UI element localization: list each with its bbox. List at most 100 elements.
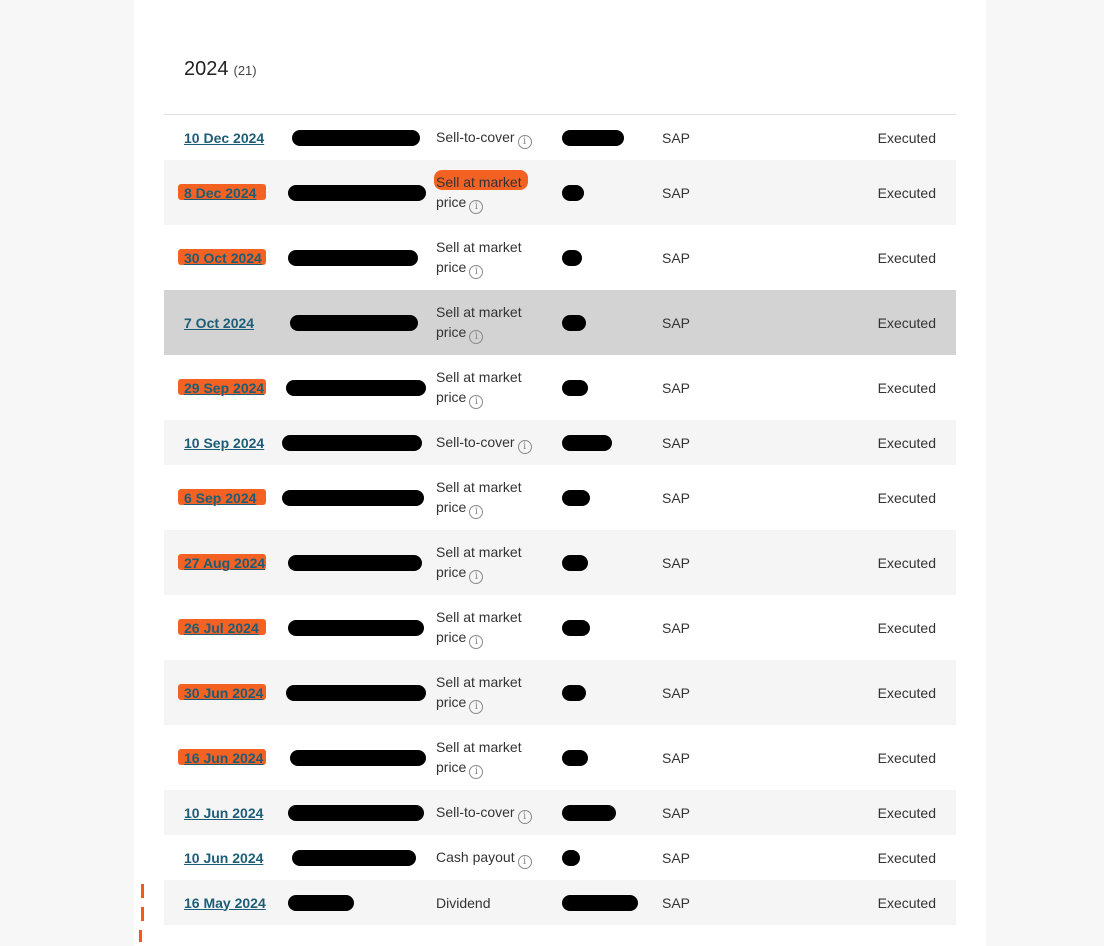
table-row[interactable]: 10 Dec 2024 Sell-to-cover i SAP Executed — [164, 115, 956, 160]
company-cell: SAP — [662, 489, 691, 506]
transaction-type-label-cont: price — [436, 498, 467, 515]
transaction-type: Sell at market price i — [436, 672, 556, 714]
transaction-date-link[interactable]: 26 Jul 2024 — [184, 620, 259, 636]
table-row[interactable]: 8 Dec 2024 Sell at market price i SAP Execute… — [164, 160, 956, 225]
transaction-type-label-cont: price — [436, 323, 467, 340]
date-cell: 30 Oct 2024 — [184, 250, 262, 266]
transaction-date-link[interactable]: 8 Dec 2024 — [184, 185, 256, 201]
status-cell: Executed — [877, 894, 936, 911]
transaction-type: Sell-to-cover i — [436, 432, 556, 454]
info-icon[interactable]: i — [517, 809, 532, 824]
date-cell: 7 Oct 2024 — [184, 315, 254, 331]
transaction-type-label-cont: price — [436, 563, 467, 580]
transaction-type-label: Sell at market — [436, 368, 522, 385]
table-row[interactable]: Sell at market — [164, 925, 956, 946]
status-cell: Executed — [877, 749, 936, 766]
info-icon[interactable]: i — [517, 439, 532, 454]
company-cell: SAP — [662, 894, 691, 911]
redacted-reference — [292, 849, 416, 866]
table-row[interactable]: 29 Sep 2024 Sell at market price i SAP Execut… — [164, 355, 956, 420]
transaction-type: Sell at market price i — [436, 237, 556, 279]
table-row[interactable]: 10 Sep 2024 Sell-to-cover i SAP Executed — [164, 420, 956, 465]
info-icon[interactable]: i — [517, 134, 532, 149]
table-row[interactable]: 6 Sep 2024 Sell at market price i SAP Execute… — [164, 465, 956, 530]
redacted-quantity — [562, 184, 584, 201]
info-icon[interactable]: i — [517, 854, 532, 869]
status-cell: Executed — [877, 314, 936, 331]
transaction-date-link[interactable]: 29 Sep 2024 — [184, 380, 264, 396]
table-row[interactable]: 10 Jun 2024 Cash payout i SAP Executed — [164, 835, 956, 880]
transaction-type-label-cont: price — [436, 628, 467, 645]
transaction-type: Sell at market price i — [436, 367, 556, 409]
date-cell: 10 Dec 2024 — [184, 130, 264, 146]
redacted-reference — [282, 434, 422, 451]
table-row[interactable]: 27 Aug 2024 Sell at market price i SAP Execut… — [164, 530, 956, 595]
status-cell: Executed — [877, 379, 936, 396]
transaction-type-label: Sell-to-cover — [436, 803, 515, 820]
info-icon[interactable]: i — [469, 699, 484, 714]
info-icon[interactable]: i — [469, 394, 484, 409]
transaction-type-label: Cash payout — [436, 848, 515, 865]
table-row[interactable]: 7 Oct 2024 Sell at market price i SAP Execute… — [164, 290, 956, 355]
company-cell: SAP — [662, 849, 691, 866]
company-cell: SAP — [662, 249, 691, 266]
info-icon[interactable]: i — [469, 199, 484, 214]
transaction-type-label: Sell at market — [436, 738, 522, 755]
date-cell: 10 Jun 2024 — [184, 805, 263, 821]
status-cell: Executed — [877, 129, 936, 146]
transaction-date-link[interactable]: 30 Oct 2024 — [184, 250, 262, 266]
info-icon[interactable]: i — [469, 764, 484, 779]
info-icon[interactable]: i — [469, 264, 484, 279]
redacted-quantity — [562, 894, 638, 911]
transaction-type: Cash payout i — [436, 847, 556, 869]
date-cell: 10 Jun 2024 — [184, 850, 263, 866]
company-cell: SAP — [662, 619, 691, 636]
company-cell: SAP — [662, 184, 691, 201]
transaction-type-label: Sell-to-cover — [436, 128, 515, 145]
transaction-date-link[interactable]: 10 Jun 2024 — [184, 805, 263, 821]
table-row[interactable]: 16 Jun 2024 Sell at market price i SAP Execut… — [164, 725, 956, 790]
redacted-quantity — [562, 554, 588, 571]
transaction-date-link[interactable]: 30 Jun 2024 — [184, 685, 263, 701]
transaction-type-label: Sell at market — [436, 673, 522, 690]
transaction-date-link[interactable]: 16 Jun 2024 — [184, 750, 263, 766]
info-icon[interactable]: i — [469, 634, 484, 649]
status-cell: Executed — [877, 804, 936, 821]
date-cell: 30 Jun 2024 — [184, 685, 263, 701]
transaction-date-link[interactable]: 10 Sep 2024 — [184, 435, 264, 451]
table-row[interactable]: 10 Jun 2024 Sell-to-cover i SAP Executed — [164, 790, 956, 835]
company-cell: SAP — [662, 314, 691, 331]
table-row[interactable]: 16 May 2024 Dividend SAP Executed — [164, 880, 956, 925]
transaction-type-label: Sell at market — [436, 303, 522, 320]
table-row[interactable]: 26 Jul 2024 Sell at market price i SAP Execut… — [164, 595, 956, 660]
table-row[interactable]: 30 Jun 2024 Sell at market price i SAP Execut… — [164, 660, 956, 725]
transaction-type: Sell at market price i — [436, 172, 556, 214]
transaction-date-link[interactable]: 27 Aug 2024 — [184, 555, 265, 571]
redacted-reference — [282, 489, 424, 506]
transaction-type-label: Sell at market — [436, 173, 522, 190]
transaction-date-link[interactable]: 6 Sep 2024 — [184, 490, 256, 506]
transaction-type-label-cont: price — [436, 758, 467, 775]
redacted-reference — [286, 379, 426, 396]
transaction-type: Sell at market price i — [436, 737, 556, 779]
redacted-reference — [288, 184, 426, 201]
status-cell: Executed — [877, 184, 936, 201]
transaction-type: Dividend — [436, 893, 556, 913]
transaction-type-label: Dividend — [436, 894, 491, 911]
redacted-quantity — [562, 619, 590, 636]
transaction-type-label: Sell at market — [436, 478, 522, 495]
company-cell: SAP — [662, 434, 691, 451]
transaction-date-link[interactable]: 10 Dec 2024 — [184, 130, 264, 146]
info-icon[interactable]: i — [469, 504, 484, 519]
transactions-panel: 2024 (21) 10 Dec 2024 Sell-to-cover i SAP Ex… — [134, 0, 986, 946]
transaction-type-label: Sell at market — [436, 238, 522, 255]
transaction-date-link[interactable]: 7 Oct 2024 — [184, 315, 254, 331]
info-icon[interactable]: i — [469, 329, 484, 344]
redacted-quantity — [562, 129, 624, 146]
info-icon[interactable]: i — [469, 569, 484, 584]
transaction-date-link[interactable]: 10 Jun 2024 — [184, 850, 263, 866]
table-row[interactable]: 30 Oct 2024 Sell at market price i SAP Execut… — [164, 225, 956, 290]
transaction-type: Sell at market price i — [436, 542, 556, 584]
transaction-date-link[interactable]: 16 May 2024 — [184, 895, 266, 911]
company-cell: SAP — [662, 804, 691, 821]
